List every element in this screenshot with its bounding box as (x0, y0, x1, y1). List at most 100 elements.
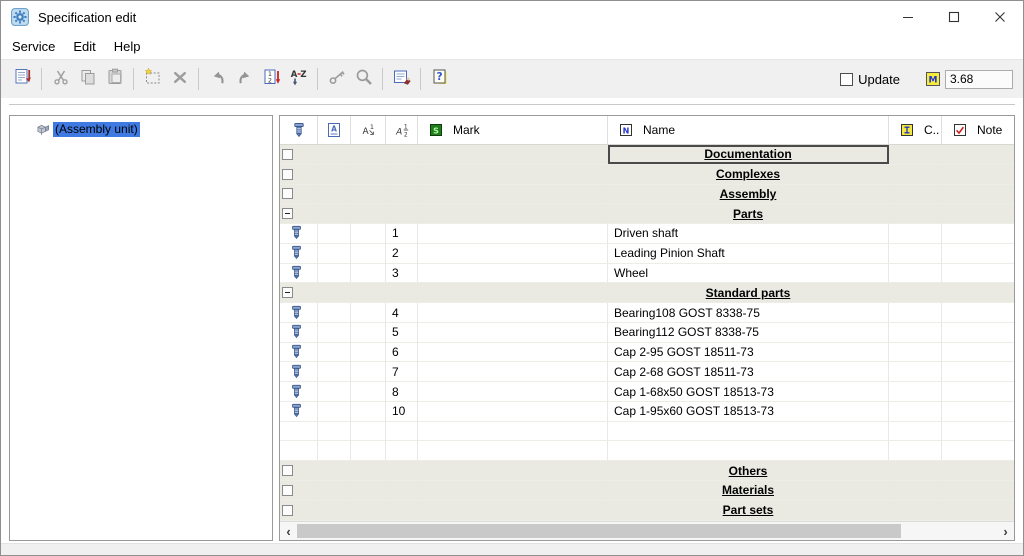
section-row[interactable]: Part sets (280, 501, 1014, 521)
cell (889, 145, 942, 164)
tools-button[interactable] (323, 66, 350, 92)
cell (351, 461, 386, 480)
section-row[interactable]: Documentation (280, 145, 1014, 165)
cell (418, 204, 608, 223)
cell (942, 422, 1014, 441)
collapse-toggle[interactable] (282, 287, 293, 298)
horizontal-scrollbar[interactable]: ‹ › (280, 521, 1014, 540)
section-row[interactable]: Others (280, 461, 1014, 481)
copy-icon (78, 67, 98, 92)
insert-object-button[interactable] (139, 66, 166, 92)
empty-row[interactable] (280, 441, 1014, 461)
item-row[interactable]: 5Bearing112 GOST 8338-75 (280, 323, 1014, 343)
row-lead-cell (280, 244, 318, 263)
name-icon: N (618, 122, 634, 138)
format-column-header[interactable]: A (318, 116, 351, 144)
edit-specification-button[interactable] (9, 66, 36, 92)
position-column-header[interactable]: A12 (386, 116, 418, 144)
cut-button[interactable] (47, 66, 74, 92)
section-checkbox[interactable] (282, 149, 293, 160)
copy-button[interactable] (74, 66, 101, 92)
undo-button[interactable] (204, 66, 231, 92)
sort-numeric-button[interactable]: 12 (258, 66, 285, 92)
scrollbar-track[interactable] (901, 522, 997, 540)
cell (889, 323, 942, 342)
item-row[interactable]: 3Wheel (280, 264, 1014, 284)
item-row[interactable]: 4Bearing108 GOST 8338-75 (280, 303, 1014, 323)
delete-button[interactable] (166, 66, 193, 92)
sort-num-icon: 12 (262, 67, 282, 92)
cell (889, 303, 942, 322)
section-row[interactable]: Assembly (280, 185, 1014, 205)
item-row[interactable]: 7Cap 2-68 GOST 18511-73 (280, 362, 1014, 382)
cell (351, 343, 386, 362)
row-lead-cell (280, 185, 318, 204)
item-row[interactable]: 8Cap 1-68x50 GOST 18513-73 (280, 382, 1014, 402)
count-column-header[interactable]: C.. (889, 116, 942, 144)
item-row[interactable]: 2Leading Pinion Shaft (280, 244, 1014, 264)
svg-text:S: S (433, 126, 439, 135)
menu-service[interactable]: Service (3, 36, 64, 57)
item-row[interactable]: 6Cap 2-95 GOST 18511-73 (280, 343, 1014, 363)
menu-edit[interactable]: Edit (64, 36, 104, 57)
menu-help[interactable]: Help (105, 36, 150, 57)
section-checkbox[interactable] (282, 485, 293, 496)
cell (942, 343, 1014, 362)
item-row[interactable]: 1Driven shaft (280, 224, 1014, 244)
mark-column-header[interactable]: SMark (418, 116, 608, 144)
zone-column-header[interactable]: A1 (351, 116, 386, 144)
position-cell: 3 (386, 264, 418, 283)
maximize-button[interactable] (931, 1, 977, 33)
name-cell: Parts (608, 204, 889, 223)
specification-edit-window: Specification edit Service Edit Help 12A… (0, 0, 1024, 556)
section-row[interactable]: Parts (280, 204, 1014, 224)
cell (318, 501, 351, 520)
paste-button[interactable] (101, 66, 128, 92)
section-checkbox[interactable] (282, 188, 293, 199)
row-lead-cell (280, 264, 318, 283)
minimize-button[interactable] (885, 1, 931, 33)
section-row[interactable]: Materials (280, 481, 1014, 501)
empty-row[interactable] (280, 422, 1014, 442)
note-icon (952, 122, 968, 138)
cell (351, 323, 386, 342)
row-lead-cell (280, 481, 318, 500)
specification-table-panel: A A1A12SMarkNNameC..Note Documentation Com… (279, 115, 1015, 541)
section-row[interactable]: Complexes (280, 165, 1014, 185)
help-button[interactable]: ? (426, 66, 453, 92)
note-column-header[interactable]: Note (942, 116, 1014, 144)
item-row[interactable]: 10Cap 1-95x60 GOST 18513-73 (280, 402, 1014, 422)
name-column-header[interactable]: NName (608, 116, 889, 144)
measure-input[interactable] (945, 70, 1013, 89)
cell (942, 244, 1014, 263)
scroll-right-button[interactable]: › (997, 522, 1014, 540)
scroll-left-button[interactable]: ‹ (280, 522, 297, 540)
svg-text:N: N (623, 126, 630, 135)
delete-icon (170, 67, 190, 92)
sort-alpha-button[interactable]: AZ (285, 66, 312, 92)
cell (351, 244, 386, 263)
properties-button[interactable] (388, 66, 415, 92)
redo-button[interactable] (231, 66, 258, 92)
collapse-toggle[interactable] (282, 208, 293, 219)
close-button[interactable] (977, 1, 1023, 33)
cell (942, 185, 1014, 204)
section-checkbox[interactable] (282, 465, 293, 476)
section-name: Complexes (716, 167, 780, 181)
zoom-button[interactable] (350, 66, 377, 92)
cell (386, 204, 418, 223)
section-checkbox[interactable] (282, 505, 293, 516)
cell (942, 224, 1014, 243)
undo-icon (208, 67, 228, 92)
svg-text:A: A (331, 125, 337, 134)
window-title: Specification edit (38, 10, 136, 25)
scrollbar-thumb[interactable] (297, 524, 901, 538)
tree-item-assembly-unit[interactable]: (Assembly unit) (36, 122, 272, 137)
section-checkbox[interactable] (282, 169, 293, 180)
tree-item-label: (Assembly unit) (53, 122, 140, 137)
toolbar-separator (198, 68, 199, 90)
section-row[interactable]: Standard parts (280, 283, 1014, 303)
update-checkbox[interactable] (840, 73, 853, 86)
section-column-header[interactable] (280, 116, 318, 144)
fmt-icon: A (326, 122, 342, 138)
